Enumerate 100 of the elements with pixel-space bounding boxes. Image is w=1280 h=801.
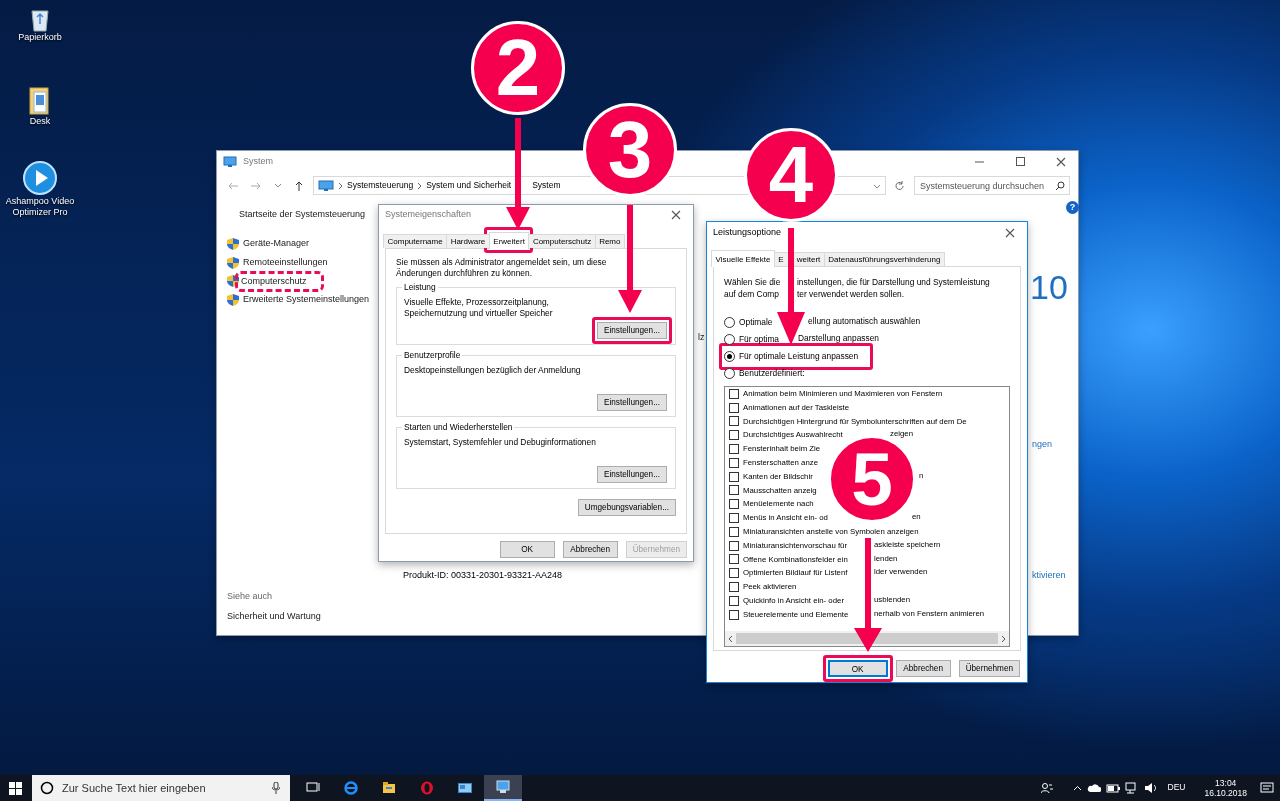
group-title: Leistung bbox=[402, 282, 438, 293]
radio-option[interactable]: Benutzerdefiniert: bbox=[724, 365, 1010, 382]
maximize-icon[interactable] bbox=[1014, 157, 1025, 167]
scroll-right-icon[interactable] bbox=[1001, 634, 1006, 643]
checkbox[interactable] bbox=[729, 485, 739, 496]
sidebar-link[interactable]: Geräte-Manager bbox=[243, 238, 310, 250]
task-view-icon bbox=[306, 781, 320, 795]
dialog-button[interactable]: OK bbox=[827, 660, 888, 677]
microphone-icon[interactable] bbox=[272, 782, 280, 794]
shield-icon bbox=[227, 238, 239, 251]
dialog-button[interactable]: Übernehmen bbox=[958, 660, 1020, 677]
settings-button[interactable]: Einstellungen... bbox=[597, 466, 667, 483]
shield-icon bbox=[227, 294, 239, 307]
group-description: Visuelle Effekte, Prozessorzeitplanung, Speichernutzung und virtueller Speicher bbox=[404, 297, 554, 320]
radio-option[interactable]: Für optimale Leistung anpassen bbox=[724, 348, 859, 365]
instruction-text: instellungen, die für Darstellung und Systemleistung bbox=[797, 277, 990, 288]
sidebar-link[interactable]: Sicherheit und Wartung bbox=[227, 610, 377, 623]
chevron-up-icon[interactable] bbox=[1072, 785, 1082, 791]
checkbox[interactable] bbox=[729, 513, 739, 524]
horizontal-scrollbar[interactable] bbox=[725, 631, 1009, 646]
dialog-title: Systemeigenschaften bbox=[385, 209, 473, 221]
cloud-icon[interactable] bbox=[1086, 783, 1101, 793]
speaker-icon[interactable] bbox=[1143, 782, 1157, 794]
sidebar-link[interactable]: Remoteeinstellungen bbox=[243, 256, 328, 269]
monitor-icon bbox=[223, 156, 237, 168]
checkbox[interactable] bbox=[729, 554, 739, 565]
shield-icon bbox=[227, 256, 239, 269]
monitor-icon bbox=[318, 179, 334, 192]
instruction-text: auf dem Comp bbox=[724, 289, 779, 299]
sidebar-link[interactable]: Erweiterte Systemeinstellungen bbox=[243, 294, 370, 306]
instruction-text: Wählen Sie die bbox=[724, 277, 781, 287]
icon-label[interactable]: Ashampoo Video Optimizer Pro bbox=[0, 196, 80, 219]
sidebar-link[interactable]: Computerschutz bbox=[241, 275, 307, 288]
checkbox[interactable] bbox=[729, 568, 739, 579]
partial-text: ktivieren bbox=[1032, 570, 1066, 582]
control-panel-icon bbox=[458, 781, 472, 795]
help-button[interactable]: ? bbox=[1066, 201, 1079, 214]
checkbox[interactable] bbox=[729, 430, 739, 441]
notifications-icon[interactable] bbox=[1260, 781, 1274, 795]
dialog-button[interactable]: Abbrechen bbox=[895, 660, 951, 677]
window-title: System bbox=[243, 156, 274, 168]
tab[interactable]: Hardware bbox=[446, 234, 490, 248]
instruction-text: Sie müssen als Administrator angemeldet sein, um diese Änderungen durchführen zu können. bbox=[396, 257, 608, 278]
checkbox[interactable] bbox=[729, 457, 739, 468]
tab[interactable]: Remo bbox=[594, 234, 625, 248]
checkbox[interactable] bbox=[729, 416, 739, 427]
checkbox[interactable] bbox=[729, 499, 739, 510]
checkbox[interactable] bbox=[729, 444, 739, 455]
breadcrumb-item[interactable]: Systemsteuerung bbox=[347, 179, 414, 191]
checkbox[interactable] bbox=[729, 595, 739, 606]
icon-label[interactable]: Papierkorb bbox=[18, 32, 62, 44]
radio-option[interactable]: Optimale ellung automatisch auswählen bbox=[724, 314, 1010, 331]
network-icon[interactable] bbox=[1124, 782, 1139, 794]
clock[interactable]: 13:04 16.10.2018 bbox=[1204, 777, 1247, 799]
close-icon[interactable] bbox=[1055, 157, 1066, 167]
dialog-button[interactable]: OK bbox=[499, 541, 555, 558]
scroll-left-icon[interactable] bbox=[728, 634, 733, 643]
group-title: Starten und Wiederherstellen bbox=[402, 422, 515, 433]
breadcrumb-item[interactable]: System bbox=[532, 179, 561, 191]
play-icon bbox=[22, 160, 58, 196]
taskbar-app[interactable] bbox=[484, 775, 522, 801]
partial-text: ngen bbox=[1032, 439, 1053, 451]
dialog-button[interactable]: Abbrechen bbox=[562, 541, 618, 558]
monitor-icon bbox=[496, 780, 510, 794]
radio-option[interactable]: Für optima Darstellung anpassen bbox=[724, 331, 1010, 348]
tab[interactable]: Computerschutz bbox=[528, 234, 596, 248]
breadcrumb-item[interactable]: System und Sicherheit bbox=[426, 179, 512, 191]
instruction-text: ter verwendet werden sollen. bbox=[797, 289, 905, 300]
search-field[interactable]: Systemsteuerung durchsuchen bbox=[914, 176, 1070, 195]
partial-text: lz bbox=[698, 332, 705, 344]
checkbox[interactable] bbox=[729, 582, 739, 593]
checkbox[interactable] bbox=[729, 609, 739, 620]
tab[interactable]: Erweitert bbox=[488, 232, 530, 249]
partial-text: 10 bbox=[1030, 267, 1068, 308]
browser-icon bbox=[344, 781, 358, 795]
checkbox[interactable] bbox=[729, 540, 739, 551]
step-number: 3 bbox=[583, 103, 677, 197]
dialog-title: Leistungsoptione bbox=[713, 227, 783, 239]
checkbox[interactable] bbox=[729, 402, 739, 413]
opera-o-icon bbox=[420, 781, 434, 795]
close-icon[interactable] bbox=[670, 210, 681, 220]
close-icon[interactable] bbox=[1004, 228, 1015, 238]
taskbar-search-field[interactable]: Zur Suche Text hier eingeben bbox=[32, 775, 290, 801]
sidebar-link[interactable]: Startseite der Systemsteuerung bbox=[239, 209, 377, 221]
checkbox[interactable] bbox=[729, 388, 739, 399]
people-icon[interactable] bbox=[1040, 782, 1053, 794]
step-number: 2 bbox=[471, 21, 565, 115]
checkbox[interactable] bbox=[729, 471, 739, 482]
checkbox[interactable] bbox=[729, 526, 739, 537]
battery-icon[interactable] bbox=[1105, 783, 1120, 793]
settings-button[interactable]: Einstellungen... bbox=[597, 394, 667, 411]
icon-label[interactable]: Desk bbox=[29, 116, 51, 128]
environment-variables-button[interactable]: Umgebungsvariablen... bbox=[577, 499, 676, 516]
tab[interactable]: Visuelle Effekte bbox=[711, 250, 775, 267]
tab[interactable]: Computername bbox=[383, 234, 448, 248]
tab[interactable]: Datenausführungsverhinderung bbox=[823, 252, 945, 266]
settings-button[interactable]: Einstellungen... bbox=[597, 322, 667, 339]
windows-logo-icon bbox=[8, 781, 22, 795]
group-description: Systemstart, Systemfehler und Debuginformationen bbox=[404, 437, 597, 449]
input-language[interactable]: DEU bbox=[1167, 782, 1186, 794]
